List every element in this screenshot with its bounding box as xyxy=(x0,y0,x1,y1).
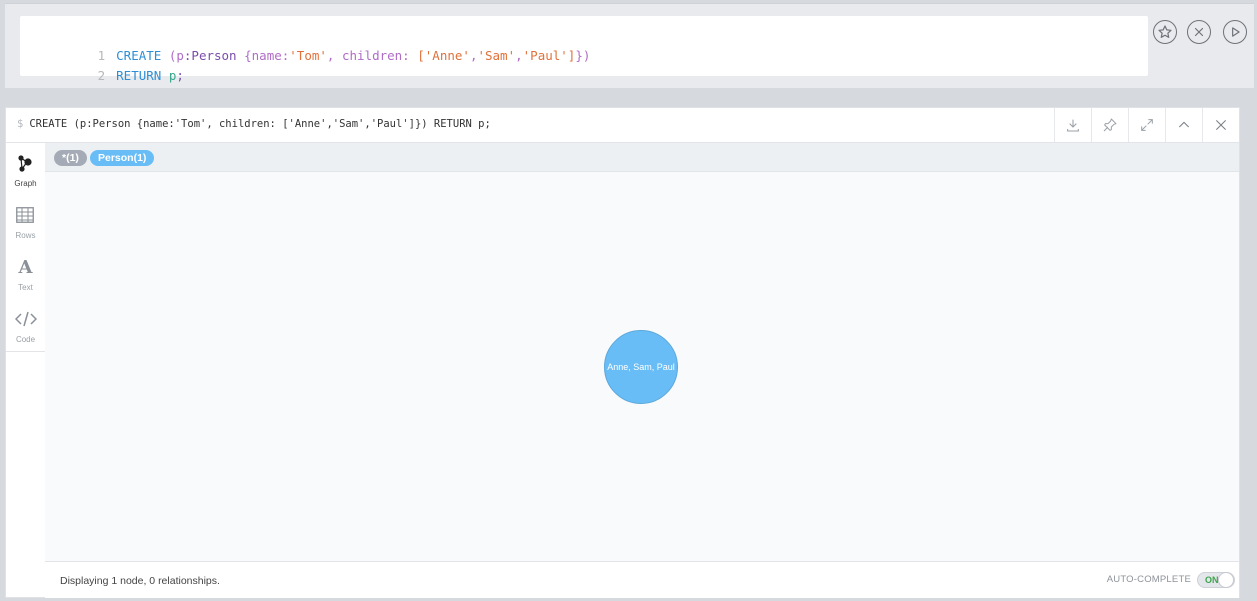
view-text-button[interactable]: A Text xyxy=(6,247,45,299)
string: 'Tom' xyxy=(289,48,327,63)
close-icon xyxy=(1215,119,1227,131)
query-editor[interactable]: 1 CREATE (p:Person {name:'Tom', children:… xyxy=(20,16,1148,83)
pin-button[interactable] xyxy=(1091,108,1128,142)
star-icon xyxy=(1158,25,1172,38)
node-label: :Person xyxy=(183,48,237,63)
view-text-label: Text xyxy=(18,283,33,292)
property-key: , children: xyxy=(326,48,410,63)
close-frame-button[interactable] xyxy=(1202,108,1239,142)
brace: {name: xyxy=(244,48,290,63)
view-sidebar: Graph Rows A Text Code xyxy=(6,143,46,352)
toggle-knob xyxy=(1218,572,1234,588)
collapse-icon xyxy=(1178,121,1190,128)
brace: }) xyxy=(575,48,591,63)
label-legend-bar: *(1) Person(1) xyxy=(45,143,1239,172)
graph-node[interactable]: Anne, Sam, Paul xyxy=(604,330,678,404)
expand-icon xyxy=(1141,119,1153,131)
favorite-button[interactable] xyxy=(1153,20,1177,44)
bracket: [ xyxy=(417,48,425,63)
toggle-state: ON xyxy=(1205,575,1219,585)
person-label-pill[interactable]: Person(1) xyxy=(90,150,155,166)
string: 'Anne' xyxy=(424,48,470,63)
view-rows-button[interactable]: Rows xyxy=(6,195,45,247)
view-graph-label: Graph xyxy=(14,179,37,188)
query-editor-panel: 1 CREATE (p:Person {name:'Tom', children:… xyxy=(5,3,1254,88)
view-graph-button[interactable]: Graph xyxy=(6,143,45,195)
node-caption: Anne, Sam, Paul xyxy=(607,362,675,372)
autocomplete-label: AUTO-COMPLETE xyxy=(1106,574,1191,585)
frame-command-text: CREATE (p:Person {name:'Tom', children: … xyxy=(29,118,491,130)
view-code-label: Code xyxy=(15,335,36,344)
view-code-button[interactable]: Code xyxy=(6,299,45,351)
download-icon xyxy=(1067,119,1079,132)
frame-header: $ CREATE (p:Person {name:'Tom', children:… xyxy=(6,108,1239,143)
text-icon: A xyxy=(18,257,33,278)
frame-footer: Displaying 1 node, 0 relationships. AUTO… xyxy=(45,561,1239,598)
run-query-button[interactable] xyxy=(1223,20,1247,44)
play-icon xyxy=(1232,27,1240,37)
semicolon: ; xyxy=(176,68,184,83)
keyword-return: RETURN xyxy=(116,68,162,83)
collapse-button[interactable] xyxy=(1165,108,1202,142)
result-frame: $ CREATE (p:Person {name:'Tom', children:… xyxy=(5,107,1240,598)
export-button[interactable] xyxy=(1054,108,1091,142)
graph-canvas[interactable]: *(1) Person(1) Anne, Sam, Paul xyxy=(45,143,1239,561)
clear-editor-button[interactable] xyxy=(1187,20,1211,44)
table-icon xyxy=(16,207,34,223)
autocomplete-toggle[interactable]: ON xyxy=(1197,572,1235,588)
result-status: Displaying 1 node, 0 relationships. xyxy=(60,575,220,587)
line-number: 2 xyxy=(97,68,106,83)
all-nodes-label-pill[interactable]: *(1) xyxy=(54,150,87,166)
graph-icon xyxy=(18,155,32,172)
close-circle-icon xyxy=(1194,27,1204,37)
fullscreen-button[interactable] xyxy=(1128,108,1165,142)
string: 'Sam' xyxy=(477,48,516,63)
editor-line[interactable]: 2 RETURN p; xyxy=(20,46,184,83)
frame-command[interactable]: $ CREATE (p:Person {name:'Tom', children:… xyxy=(17,118,491,130)
string: 'Paul' xyxy=(522,48,568,63)
comma: , xyxy=(515,48,523,63)
view-rows-label: Rows xyxy=(15,231,36,240)
editor-line[interactable]: 1 CREATE (p:Person {name:'Tom', children:… xyxy=(20,26,591,63)
prompt-symbol: $ xyxy=(17,118,24,130)
code-icon xyxy=(15,311,37,327)
pin-icon xyxy=(1103,118,1117,132)
